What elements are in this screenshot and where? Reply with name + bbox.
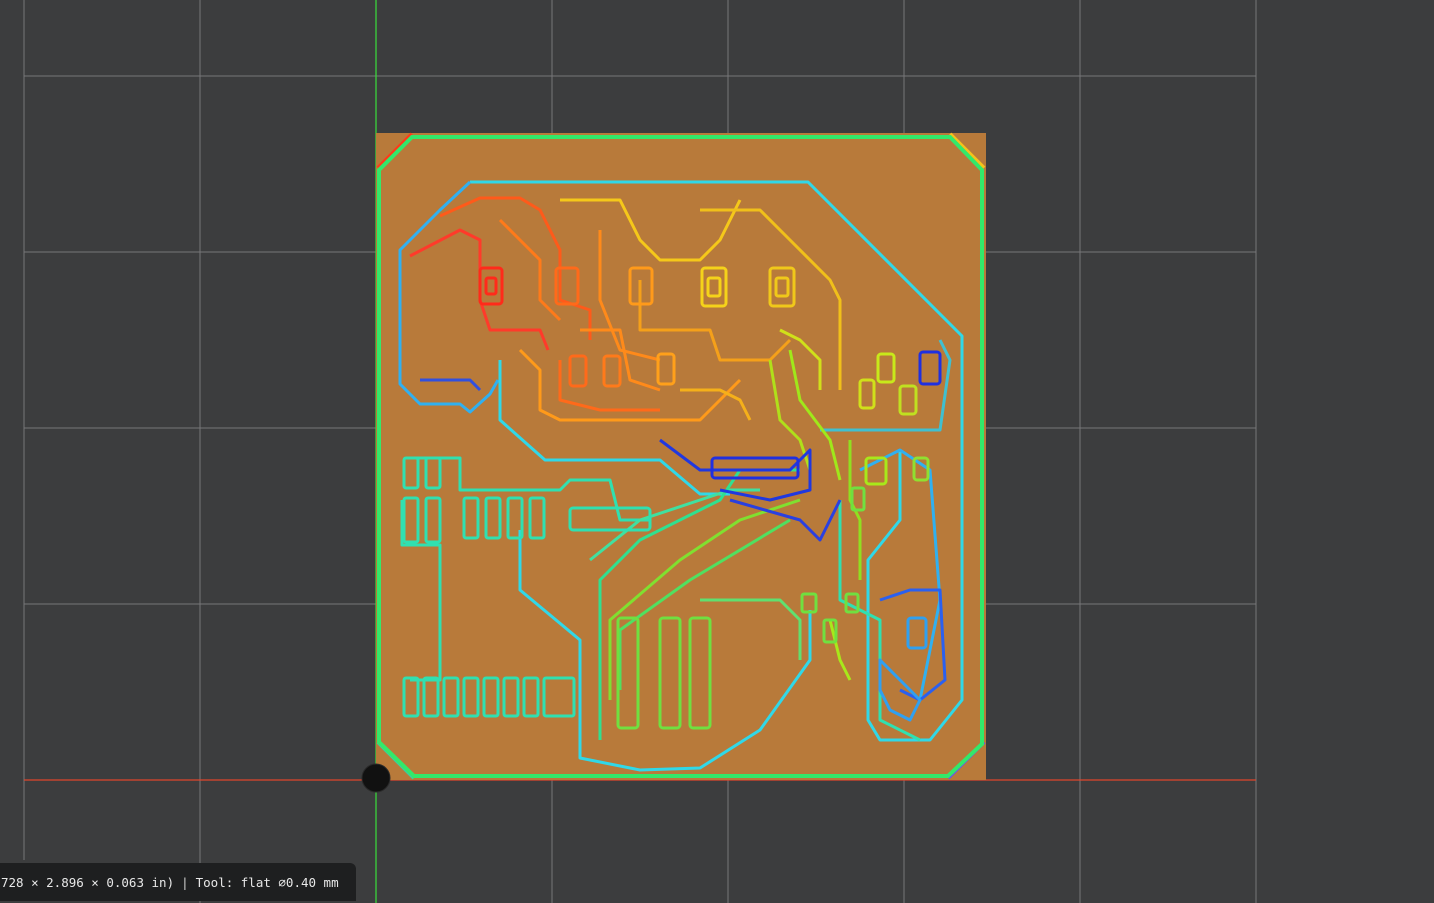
- status-tool: Tool: flat ⌀0.40 mm: [195, 874, 339, 890]
- status-dimensions: 728 × 2.896 × 0.063 in): [1, 874, 175, 890]
- 3d-viewport[interactable]: [0, 0, 1434, 903]
- status-bar: 728 × 2.896 × 0.063 in) | Tool: flat ⌀0.…: [0, 863, 356, 901]
- status-separator: |: [181, 874, 189, 890]
